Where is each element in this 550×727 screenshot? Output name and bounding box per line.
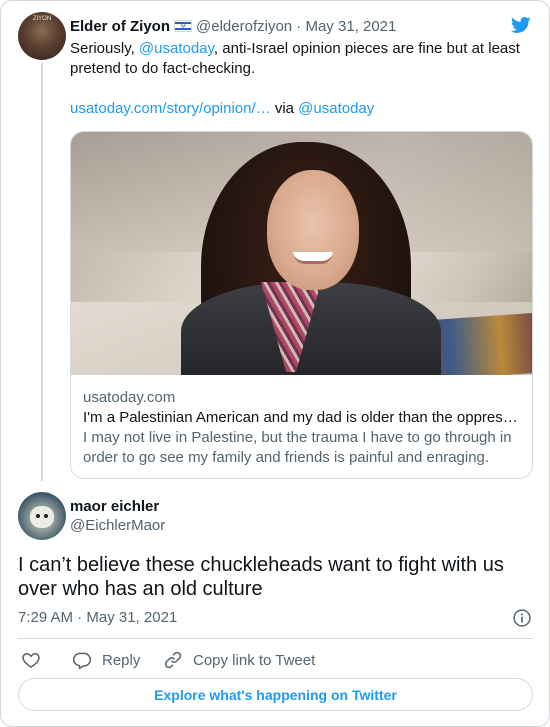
reply-button[interactable]: Reply (72, 648, 140, 672)
avatar-elder-of-ziyon[interactable]: ZIYON (18, 12, 66, 60)
via-mention-usatoday[interactable]: @usatoday (298, 100, 374, 117)
info-icon[interactable] (512, 608, 532, 628)
article-card-body: usatoday.com I'm a Palestinian American … (83, 388, 523, 468)
like-button[interactable] (21, 648, 51, 672)
tweet-timestamp[interactable]: 7:29 AM · May 31, 2021 (18, 608, 177, 628)
link-icon (164, 651, 182, 669)
article-title: I'm a Palestinian American and my dad is… (83, 409, 521, 426)
separator-dot: · (296, 18, 302, 35)
israel-flag-icon (174, 20, 193, 32)
explore-twitter-button[interactable]: Explore what's happening on Twitter (18, 678, 533, 711)
divider (18, 638, 533, 639)
copy-link-label: Copy link to Tweet (193, 651, 316, 669)
avatar-maor-eichler[interactable] (18, 492, 66, 540)
twitter-bird-icon[interactable] (509, 15, 533, 35)
tweet1-link-line: usatoday.com/story/opinion/… via @usatod… (70, 99, 374, 119)
thread-connector-line (41, 63, 43, 481)
tweet1-header: Elder of Ziyon @elderofziyon · May 31, 20… (70, 17, 396, 37)
tweet-actions: Reply Copy link to Tweet (18, 648, 533, 672)
article-preview-card[interactable]: usatoday.com I'm a Palestinian American … (70, 131, 533, 479)
reply-icon (72, 652, 92, 670)
article-link[interactable]: usatoday.com/story/opinion/… (70, 100, 271, 117)
heart-icon (22, 652, 40, 668)
author-name[interactable]: maor eichler (70, 497, 165, 516)
tweet2-text: I can’t believe these chuckleheads want … (18, 554, 504, 600)
copy-link-button[interactable]: Copy link to Tweet (163, 648, 315, 672)
author-handle[interactable]: @EichlerMaor (70, 516, 165, 535)
via-text: via (270, 100, 299, 117)
reply-label: Reply (102, 651, 141, 669)
mention-usatoday[interactable]: @usatoday (139, 40, 214, 57)
article-description: I may not live in Palestine, but the tra… (83, 429, 512, 466)
author-name[interactable]: Elder of Ziyon (70, 18, 170, 35)
article-photo (71, 132, 532, 375)
tweet2-header: maor eichler @EichlerMaor (70, 497, 165, 535)
avatar-text: ZIYON (32, 16, 52, 22)
tweet-embed-card: ZIYON Elder of Ziyon @elderofziyon · May … (0, 0, 550, 727)
tweet1-text-prefix: Seriously, (70, 40, 139, 57)
avatar-dog-image (30, 506, 54, 528)
tweet1-text: Seriously, @usatoday, anti-Israel opinio… (70, 39, 530, 79)
article-domain: usatoday.com (83, 389, 176, 406)
author-handle[interactable]: @elderofziyon (196, 18, 292, 35)
tweet-date[interactable]: May 31, 2021 (305, 18, 396, 35)
